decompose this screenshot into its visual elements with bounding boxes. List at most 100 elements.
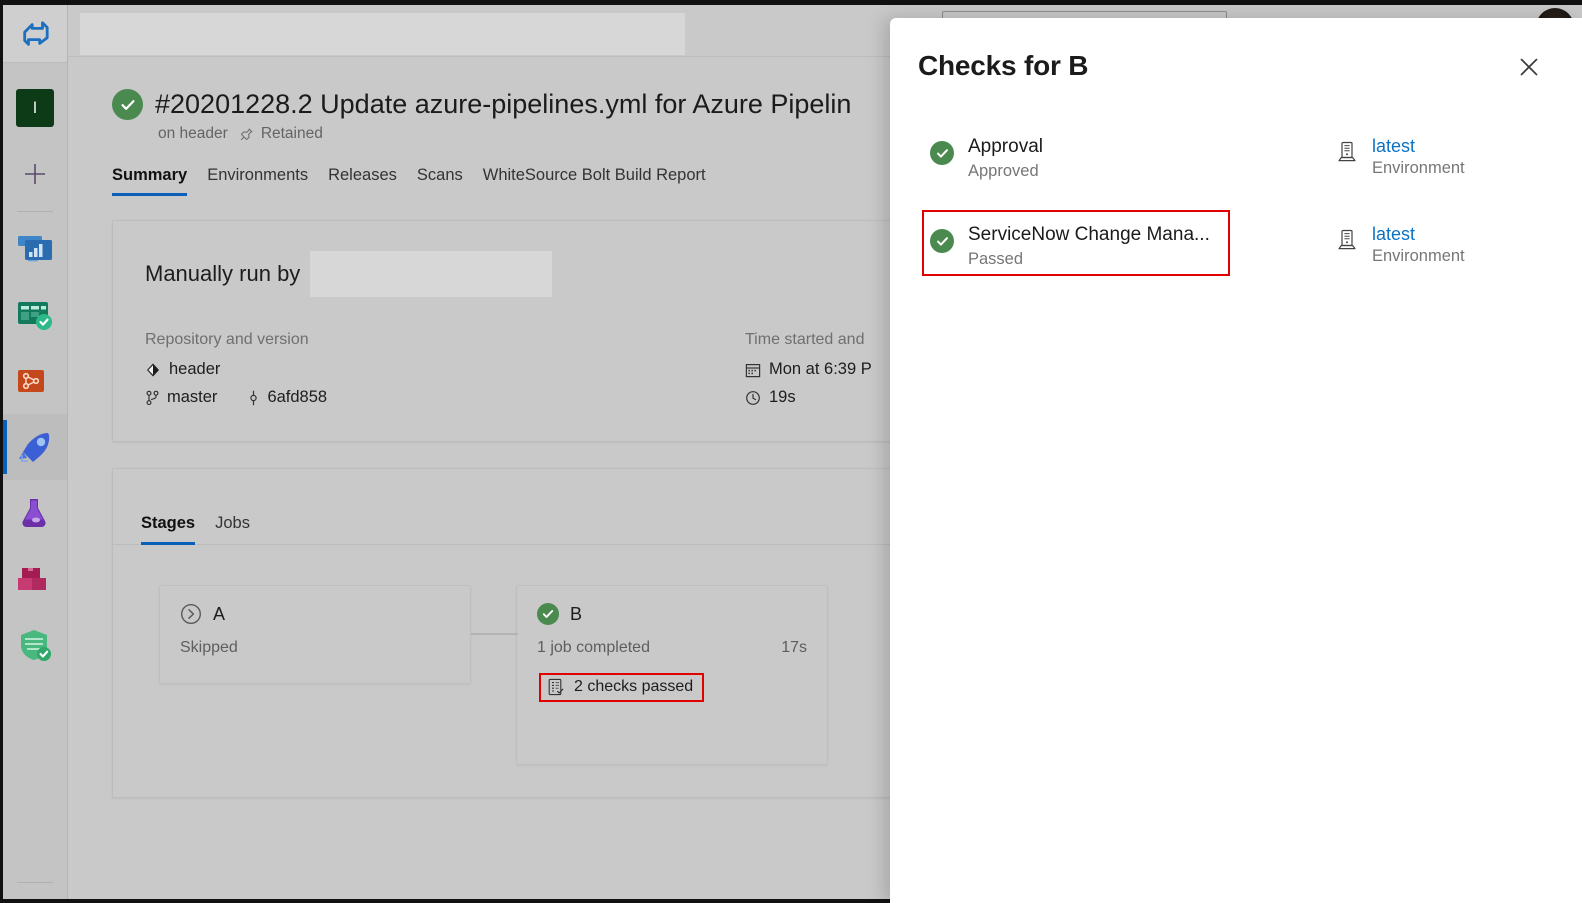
- breadcrumb[interactable]: [80, 13, 685, 55]
- commit-sha: 6afd858: [267, 388, 328, 406]
- tab-environments[interactable]: Environments: [197, 166, 318, 196]
- tab-summary[interactable]: Summary: [112, 166, 197, 196]
- sidebar-item-test-plans[interactable]: [3, 480, 67, 546]
- repos-icon: [18, 370, 44, 392]
- check-approval-name: Approval: [968, 136, 1043, 157]
- tab-releases[interactable]: Releases: [318, 166, 407, 196]
- environment-server-icon: [1338, 229, 1356, 250]
- retained-label: Retained: [260, 125, 323, 142]
- check-servicenow-texts: ServiceNow Change Mana... Passed: [968, 223, 1210, 269]
- check-servicenow-name: ServiceNow Change Mana...: [968, 224, 1210, 245]
- tab-jobs[interactable]: Jobs: [205, 514, 260, 544]
- azure-devops-logo[interactable]: [3, 5, 67, 63]
- page-title: #20201228.2 Update azure-pipelines.yml f…: [155, 89, 852, 119]
- stage-b-header: B: [517, 586, 827, 625]
- check-servicenow-environment: latest Environment: [1336, 223, 1465, 266]
- tab-scans[interactable]: Scans: [407, 166, 473, 196]
- environment-sublabel: Environment: [1372, 247, 1465, 266]
- sidebar-item-overview[interactable]: [3, 216, 67, 282]
- duration-value: 19s: [769, 388, 796, 406]
- repository-and-version-column: Repository and version header master 6af…: [145, 331, 745, 407]
- stage-b-duration: 17s: [781, 639, 807, 656]
- plus-icon: [25, 164, 45, 184]
- check-row-approval[interactable]: Approval Approved latest Environment: [890, 135, 1582, 216]
- stage-b-name: B: [570, 603, 583, 624]
- check-approval-environment: latest Environment: [1336, 135, 1465, 178]
- checks-list: Approval Approved latest Environment Ser…: [890, 84, 1582, 304]
- test-plans-flask-icon: [22, 499, 46, 528]
- environment-sublabel: Environment: [1372, 159, 1465, 178]
- sidebar-item-project[interactable]: I: [3, 75, 67, 141]
- branch-name: master: [167, 388, 218, 406]
- overview-icon: [18, 236, 52, 262]
- artifacts-icon: [18, 568, 46, 590]
- stage-connector: [471, 633, 518, 635]
- sidebar-bottom-divider: [17, 882, 53, 883]
- sidebar-item-boards[interactable]: [3, 282, 67, 348]
- run-by-user-redacted: [310, 251, 553, 297]
- sidebar-divider: [17, 211, 53, 212]
- stage-b-checks-label: 2 checks passed: [574, 678, 694, 695]
- git-commit-icon: [250, 390, 258, 405]
- azure-devops-logo-icon: [23, 20, 49, 46]
- stage-a-meta: Skipped: [160, 625, 470, 657]
- tab-stages[interactable]: Stages: [141, 514, 205, 545]
- run-branch-label: on header: [158, 125, 228, 142]
- stage-a-status: Skipped: [180, 639, 238, 656]
- stage-a-header: A: [160, 586, 470, 625]
- branch-and-commit-row: master 6afd858: [145, 388, 745, 407]
- clock-icon: [746, 390, 760, 405]
- check-servicenow-left: ServiceNow Change Mana... Passed: [930, 223, 1330, 269]
- success-check-icon: [537, 603, 559, 625]
- check-row-servicenow[interactable]: ServiceNow Change Mana... Passed latest …: [890, 210, 1582, 304]
- project-initial-label: I: [32, 98, 38, 117]
- stage-card-a[interactable]: A Skipped: [159, 585, 471, 684]
- check-approval-texts: Approval Approved: [968, 135, 1043, 181]
- success-check-icon: [930, 141, 954, 165]
- checklist-icon: [548, 678, 564, 696]
- repository-name: header: [169, 360, 221, 378]
- calendar-icon: [745, 363, 761, 377]
- app-root: I #20201228.2 Update azure-pipelines.yml…: [0, 0, 1582, 903]
- branch-group: master: [145, 388, 217, 407]
- stage-b-meta: 1 job completed 17s: [517, 625, 827, 657]
- pin-icon: [240, 127, 253, 140]
- close-icon[interactable]: [1512, 50, 1546, 84]
- environment-link[interactable]: latest: [1372, 135, 1465, 158]
- stage-b-status: 1 job completed: [537, 639, 650, 656]
- stage-a-name: A: [213, 603, 226, 624]
- check-approval-left: Approval Approved: [930, 135, 1330, 181]
- sidebar-items: I: [3, 63, 67, 678]
- manually-run-by-label: Manually run by: [145, 261, 301, 286]
- git-repo-icon: [147, 363, 159, 376]
- sidebar-item-artifacts[interactable]: [3, 546, 67, 612]
- environment-link[interactable]: latest: [1372, 223, 1465, 246]
- skipped-chevron-icon: [180, 603, 202, 625]
- stage-card-b[interactable]: B 1 job completed 17s 2 checks passed: [516, 585, 828, 765]
- sidebar-item-pipelines[interactable]: [3, 414, 67, 480]
- sidebar-item-security[interactable]: [3, 612, 67, 678]
- sidebar-item-create-new[interactable]: [3, 141, 67, 207]
- boards-icon: [18, 302, 52, 330]
- security-shield-icon: [21, 630, 51, 661]
- repository-heading: Repository and version: [145, 331, 309, 348]
- sidebar-item-repos[interactable]: [3, 348, 67, 414]
- checks-panel-header: Checks for B: [890, 18, 1582, 84]
- success-check-icon: [930, 229, 954, 253]
- git-branch-icon: [146, 390, 159, 405]
- success-check-icon: [112, 89, 143, 120]
- environment-server-icon: [1338, 141, 1356, 162]
- check-servicenow-status: Passed: [968, 249, 1024, 268]
- tab-whitesource-bolt-build-report[interactable]: WhiteSource Bolt Build Report: [473, 166, 716, 196]
- check-servicenow-env-texts: latest Environment: [1372, 223, 1465, 266]
- check-approval-env-texts: latest Environment: [1372, 135, 1465, 178]
- checks-panel: Checks for B Approval Approved latest En…: [890, 18, 1582, 903]
- repository-row: header: [145, 360, 745, 379]
- checks-panel-title: Checks for B: [918, 50, 1089, 81]
- sidebar-rail: I: [3, 5, 68, 899]
- stage-b-checks-button[interactable]: 2 checks passed: [539, 673, 705, 702]
- project-initial-icon: I: [16, 89, 54, 127]
- pipelines-rocket-icon: [19, 433, 50, 462]
- commit-group: 6afd858: [247, 388, 327, 407]
- check-approval-status: Approved: [968, 161, 1039, 180]
